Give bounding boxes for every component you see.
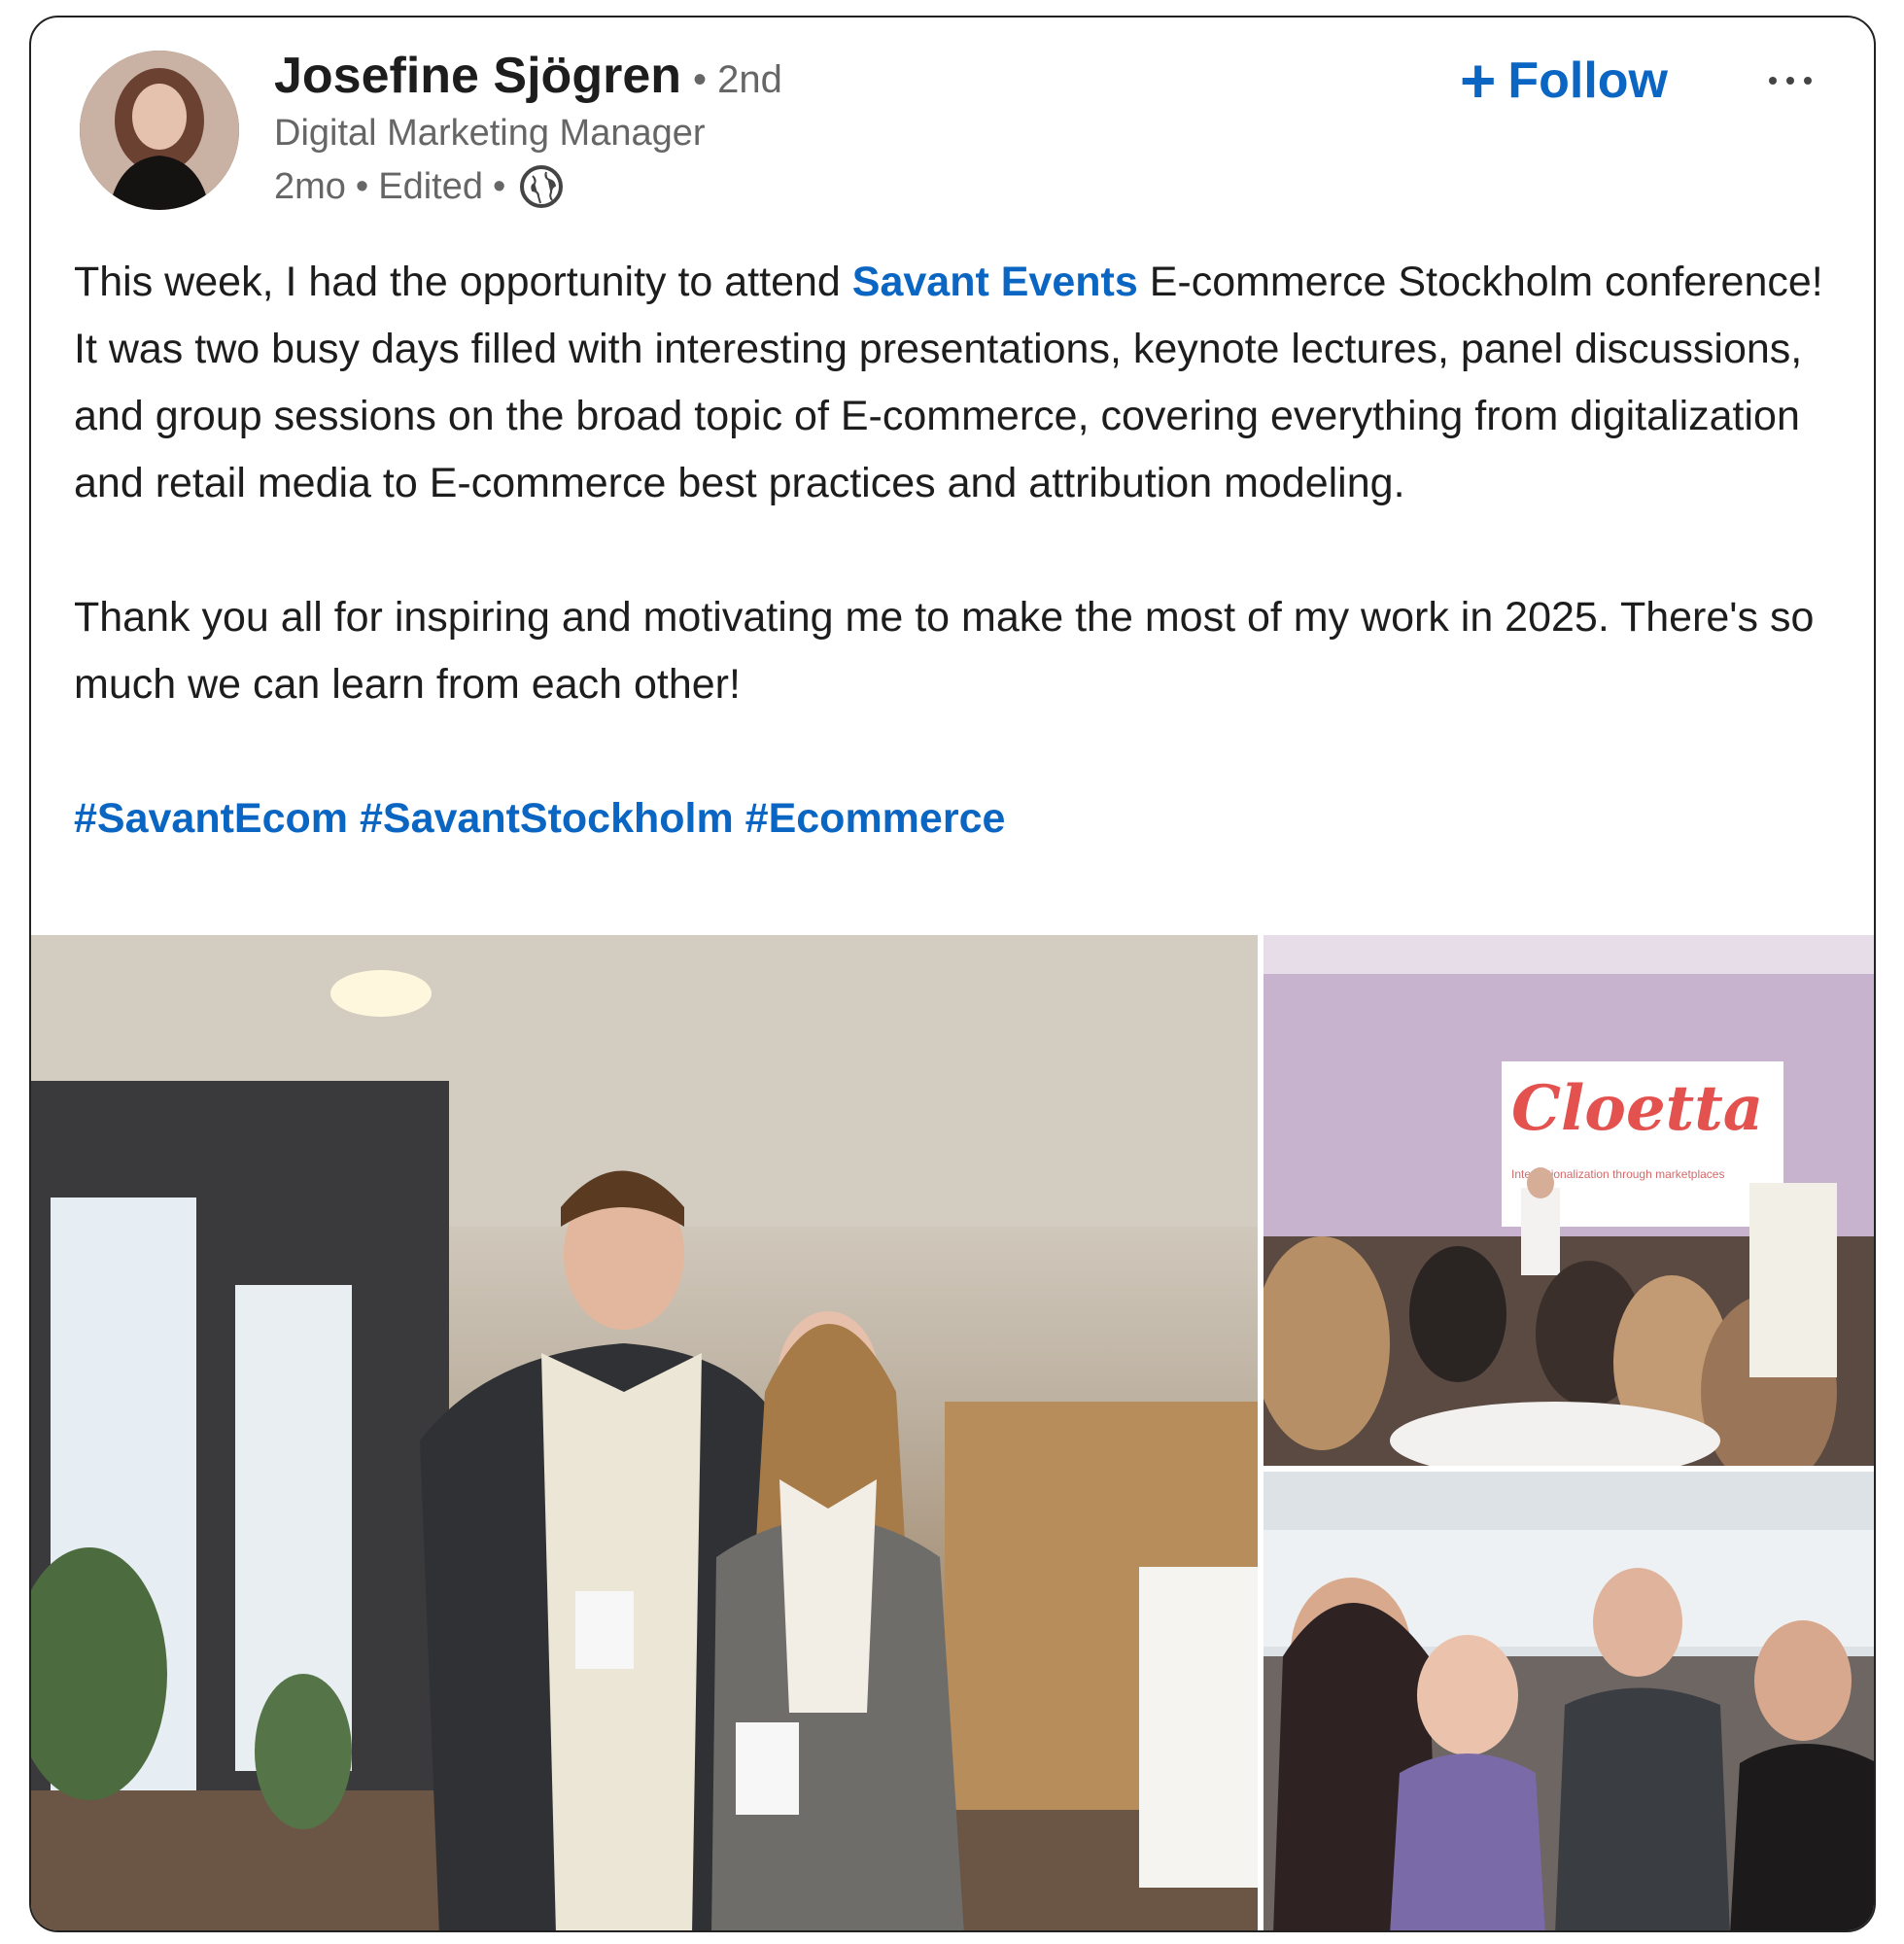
post-meta: 2mo • Edited • bbox=[274, 164, 782, 209]
hashtags: #SavantEcom #SavantStockholm #Ecommerce bbox=[74, 785, 1843, 852]
follow-label: Follow bbox=[1507, 52, 1669, 109]
post-paragraph-1: This week, I had the opportunity to atte… bbox=[74, 249, 1843, 517]
post-image-group[interactable] bbox=[1264, 1472, 1874, 1930]
post-image-conference[interactable]: Cloetta Internationalization through mar… bbox=[1264, 935, 1874, 1466]
post-image-main[interactable] bbox=[31, 935, 1258, 1930]
author-info: Josefine Sjögren • 2nd Digital Marketing… bbox=[274, 47, 782, 209]
globe-icon bbox=[519, 164, 564, 209]
follow-button[interactable]: + Follow bbox=[1460, 47, 1668, 115]
meta-separator: • bbox=[355, 165, 369, 207]
hashtag-link[interactable]: #SavantStockholm bbox=[360, 795, 734, 842]
author-avatar[interactable] bbox=[80, 51, 239, 210]
post-time: 2mo bbox=[274, 165, 346, 207]
author-headline: Digital Marketing Manager bbox=[274, 113, 706, 154]
meta-separator: • bbox=[492, 165, 506, 207]
author-name[interactable]: Josefine Sjögren bbox=[274, 47, 681, 105]
hashtag-link[interactable]: #SavantEcom bbox=[74, 795, 348, 842]
post-paragraph-2: Thank you all for inspiring and motivati… bbox=[74, 594, 1815, 708]
post-text: This week, I had the opportunity to atte… bbox=[74, 249, 1843, 852]
post-card: Josefine Sjögren • 2nd Digital Marketing… bbox=[29, 16, 1876, 1932]
plus-icon: + bbox=[1460, 46, 1497, 116]
edited-label: Edited bbox=[378, 165, 483, 207]
mention-link[interactable]: Savant Events bbox=[852, 259, 1138, 305]
hashtag-link[interactable]: #Ecommerce bbox=[745, 795, 1006, 842]
connection-degree: • 2nd bbox=[693, 58, 782, 101]
paragraph-text: This week, I had the opportunity to atte… bbox=[74, 259, 852, 305]
slide-logo-text: Cloetta bbox=[1511, 1072, 1763, 1145]
more-options-icon[interactable] bbox=[1751, 56, 1829, 105]
